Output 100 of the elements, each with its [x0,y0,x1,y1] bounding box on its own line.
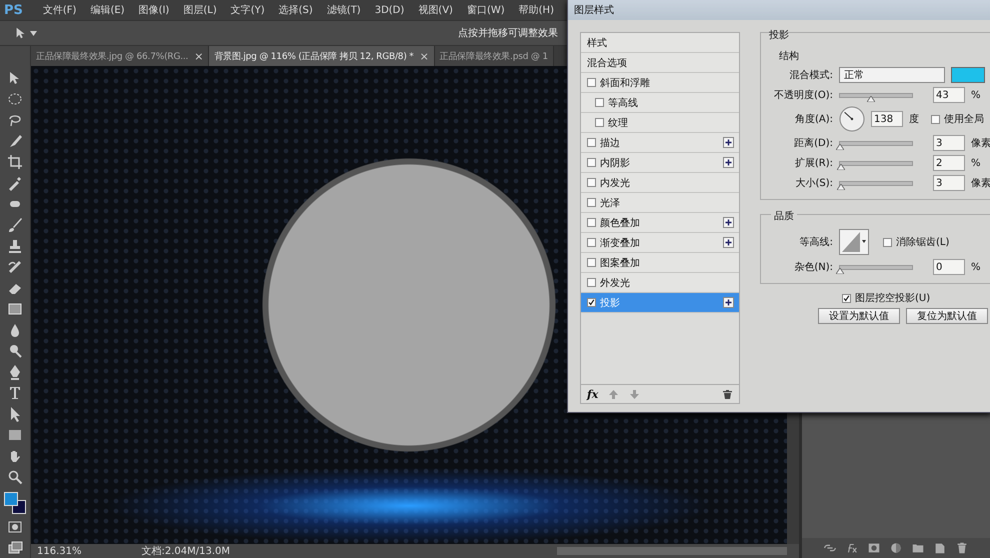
checkbox[interactable] [587,198,596,207]
contour-picker[interactable] [839,229,869,255]
blend-mode-dropdown[interactable]: 正常 [839,67,945,83]
menu-item[interactable]: 文字(Y) [230,3,265,17]
checkbox[interactable] [587,138,596,147]
opacity-field[interactable]: 43 [933,87,965,103]
pen-tool-icon[interactable] [7,364,23,380]
style-list-item[interactable]: 光泽 [581,193,739,213]
mask-icon[interactable] [867,541,881,555]
trash-icon[interactable] [722,388,733,400]
checkbox[interactable] [587,78,596,87]
add-icon[interactable] [723,217,734,228]
checkbox[interactable] [587,278,596,287]
dialog-button[interactable]: 设置为默认值 [818,308,900,324]
caret-icon[interactable] [30,30,37,36]
style-list-item[interactable]: 图案叠加 [581,253,739,273]
add-icon[interactable] [723,297,734,308]
menu-item[interactable]: 文件(F) [42,3,76,17]
close-button[interactable]: × [194,50,204,62]
checkbox[interactable] [842,294,851,302]
noise-field[interactable]: 0 [933,259,965,275]
checkbox[interactable] [587,298,596,307]
trash-icon[interactable] [955,541,969,555]
zoom-tool-icon[interactable] [7,469,23,485]
menu-item[interactable]: 视图(V) [418,3,453,17]
checkbox[interactable] [595,98,604,107]
menu-item[interactable]: 滤镜(T) [326,3,361,17]
document-tab[interactable]: 正品保障最终效果.psd @ 1 [434,46,554,66]
close-button[interactable]: × [420,50,429,62]
zoom-level: 116.31% [37,546,82,556]
brush-tool-icon[interactable] [7,217,23,233]
checkbox[interactable] [883,238,892,246]
slider-thumb[interactable] [837,164,846,170]
add-icon[interactable] [723,137,734,148]
checkbox[interactable] [587,178,596,187]
slider-thumb[interactable] [836,184,845,190]
unit-label: % [971,158,981,168]
style-list-item[interactable]: 内阴影 [581,153,739,173]
history-brush-icon[interactable] [7,259,23,275]
style-list-item[interactable]: 描边 [581,133,739,153]
style-list-item[interactable]: 等高线 [581,93,739,113]
quick-mask-icon[interactable] [7,519,23,535]
value-field[interactable]: 3 [933,175,965,191]
dialog-button[interactable]: 复位为默认值 [906,308,988,324]
field-label: 大小(S): [794,176,833,190]
style-list-item[interactable]: 纹理 [581,113,739,133]
slider-thumb[interactable] [836,144,844,150]
rectangle-tool-icon[interactable] [7,427,23,443]
adjustment-icon[interactable] [889,541,903,555]
menu-item[interactable]: 帮助(H) [518,3,554,17]
stamp-tool-icon[interactable] [7,238,23,254]
menu-item[interactable]: 图层(L) [183,3,217,17]
eyedropper-icon[interactable] [7,175,23,191]
menu-item[interactable]: 编辑(E) [90,3,125,17]
document-tab[interactable]: 背景图.jpg @ 116% (正品保障 拷贝 12, RGB/8) * × [209,46,435,66]
field-label: 距离(D): [793,136,833,150]
document-tab[interactable]: 正品保障最终效果.jpg @ 66.7%(RG... × [31,46,210,66]
checkbox[interactable] [931,114,940,124]
checkbox-label: 图层挖空投影(U) [855,292,930,305]
menu-item[interactable]: 选择(S) [278,3,313,17]
angle-field[interactable]: 138 [871,111,903,127]
color-swatch[interactable] [951,67,985,83]
color-swatches-icon[interactable] [4,492,26,514]
screen-mode-icon[interactable] [7,540,23,556]
new-layer-icon[interactable] [933,541,947,555]
style-list-item[interactable]: 颜色叠加 [581,213,739,233]
fx-icon[interactable] [845,541,859,555]
style-list-item[interactable]: 斜面和浮雕 [581,73,739,93]
slider-thumb[interactable] [866,96,875,102]
document-size: 文档:2.04M/13.0M [142,544,230,558]
checkbox[interactable] [587,158,596,167]
marquee-tool-icon[interactable] [7,91,23,107]
checkbox[interactable] [587,218,596,227]
dodge-tool-icon[interactable] [7,343,23,359]
value-field[interactable]: 2 [933,155,965,171]
checkbox[interactable] [587,258,596,267]
menu-item[interactable]: 窗口(W) [466,3,505,17]
style-list-item[interactable]: 混合选项 [581,53,739,73]
gradient-tool-icon[interactable] [7,301,23,317]
style-list-item[interactable]: 样式 [581,33,739,53]
fx-button[interactable]: fx [587,388,598,400]
brush-selection-icon[interactable] [7,133,23,149]
add-icon[interactable] [723,237,734,248]
menu-item[interactable]: 图像(I) [138,3,170,17]
field-label: 角度(A): [794,112,833,126]
add-icon[interactable] [723,157,734,168]
scrollbar-thumb[interactable] [557,547,787,555]
angle-dial[interactable] [839,106,865,132]
checkbox[interactable] [595,118,604,127]
value-field[interactable]: 3 [933,135,965,151]
type-tool-icon[interactable] [7,385,23,401]
slider-thumb[interactable] [836,268,844,274]
hint-text: 点按并拖移可调整效果 [458,26,558,40]
menu-item[interactable]: 3D(D) [374,4,404,16]
unit-label: % [971,262,981,272]
checkbox[interactable] [587,238,596,247]
style-list-item[interactable]: 渐变叠加 [581,233,739,253]
style-list-item[interactable]: 内发光 [581,173,739,193]
crop-tool-icon[interactable] [7,154,23,170]
style-list-item[interactable]: 外发光 [581,273,739,293]
